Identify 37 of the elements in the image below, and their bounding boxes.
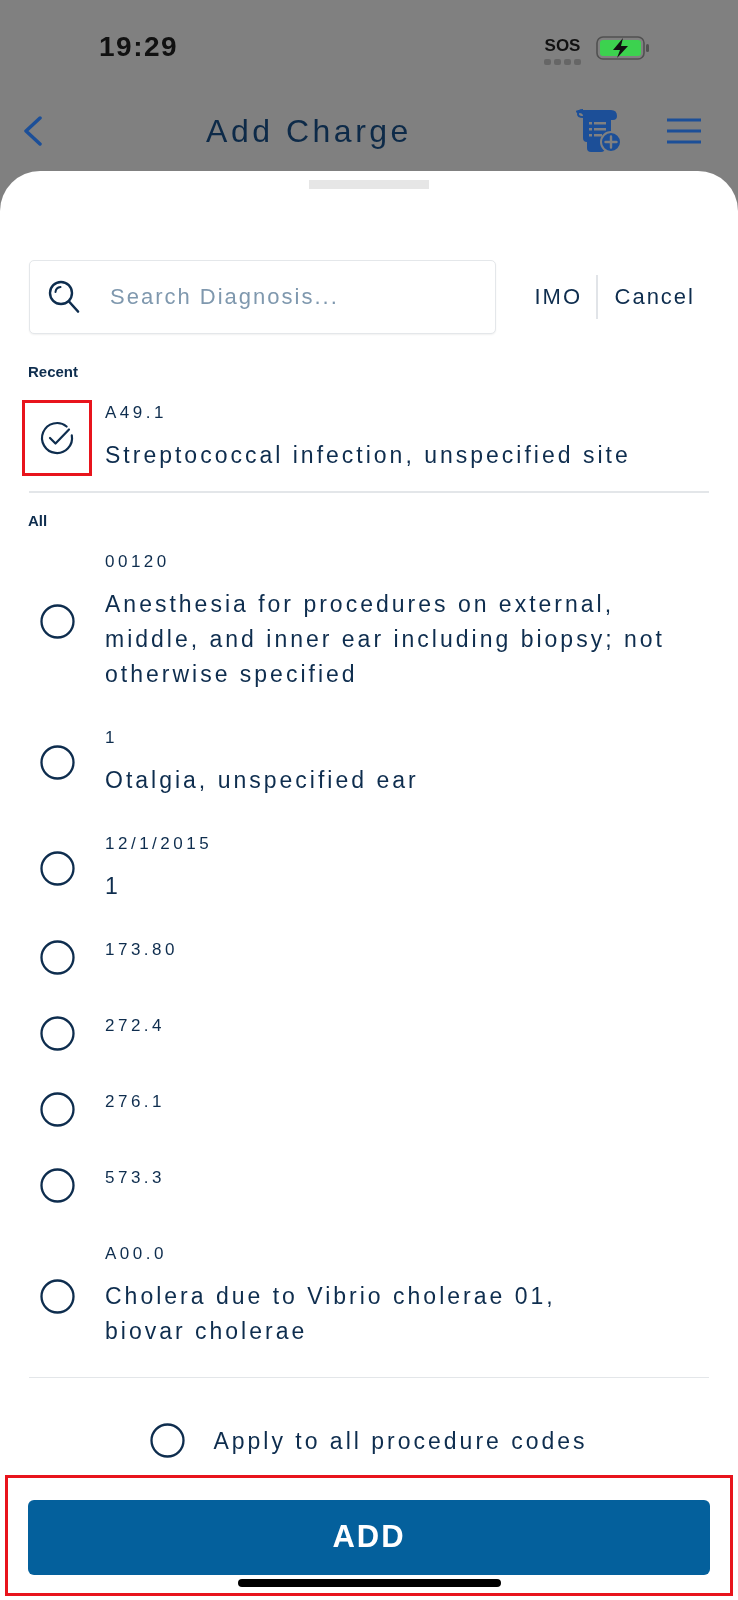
diagnosis-description: Anesthesia for procedures on external, middle, and inner ear including biopsy; not otherwise specified [105, 589, 666, 689]
radio-button[interactable] [39, 745, 75, 780]
diagnosis-code: A00.0 [105, 1243, 168, 1264]
drag-handle[interactable] [309, 180, 429, 189]
section-label: Recent [27, 362, 80, 382]
search-field[interactable]: Search Diagnosis... [29, 260, 496, 334]
apply-all-label: Apply to all procedure codes [213, 1426, 588, 1456]
radio-button[interactable] [39, 939, 75, 975]
radio-button[interactable] [39, 1091, 75, 1127]
imo-button[interactable]: IMO [534, 282, 582, 312]
diagnosis-code: 173.80 [105, 939, 179, 960]
checked-radio-button[interactable] [39, 420, 75, 456]
diagnosis-code: 00120 [105, 551, 171, 572]
signal-dots-icon [544, 59, 581, 65]
diagnosis-code: 1 [105, 727, 119, 748]
diagnosis-description: Cholera due to Vibrio cholerae 01, biovar cholerae [105, 1281, 557, 1346]
radio-button[interactable] [39, 1015, 75, 1051]
radio-button[interactable] [39, 851, 75, 886]
radio-button[interactable] [39, 1278, 75, 1314]
status-time: 19:29 [99, 30, 179, 64]
diagnosis-code: 12/1/2015 [105, 833, 214, 854]
diagnosis-code: 276.1 [105, 1091, 167, 1112]
screen-title: Add Charge [206, 111, 412, 151]
radio-button[interactable] [39, 604, 75, 639]
diagnosis-code: A49.1 [105, 403, 168, 423]
diagnosis-code: 573.3 [105, 1167, 167, 1188]
sos-label: SOS [544, 36, 581, 56]
diagnosis-code: 272.4 [105, 1015, 167, 1036]
cancel-button[interactable]: Cancel [614, 282, 695, 312]
diagnosis-description: Streptococcal infection, unspecified site [105, 441, 632, 470]
radio-button[interactable] [39, 1167, 75, 1203]
diagnosis-description: 1 [105, 871, 122, 901]
radio-button[interactable] [150, 1423, 186, 1458]
section-label: All [27, 510, 49, 531]
search-icon [48, 280, 80, 314]
diagnosis-description: Otalgia, unspecified ear [105, 765, 420, 795]
add-button[interactable]: ADD [28, 1500, 710, 1575]
